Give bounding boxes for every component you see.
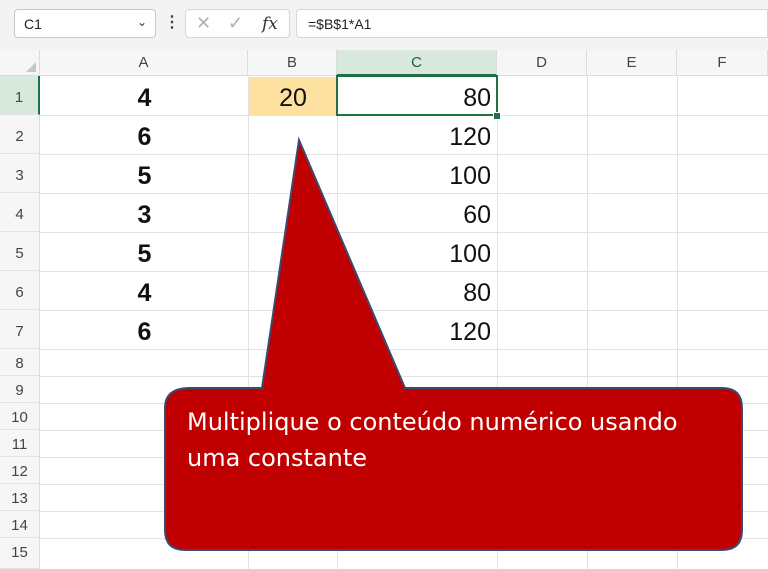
callout-line-2: uma constante [187, 444, 368, 472]
callout-bubble [164, 136, 743, 551]
callout-shape [164, 136, 743, 551]
callout-line-1: Multiplique o conteúdo numérico usando [187, 408, 678, 436]
callout-text: Multiplique o conteúdo numérico usando u… [187, 404, 717, 476]
